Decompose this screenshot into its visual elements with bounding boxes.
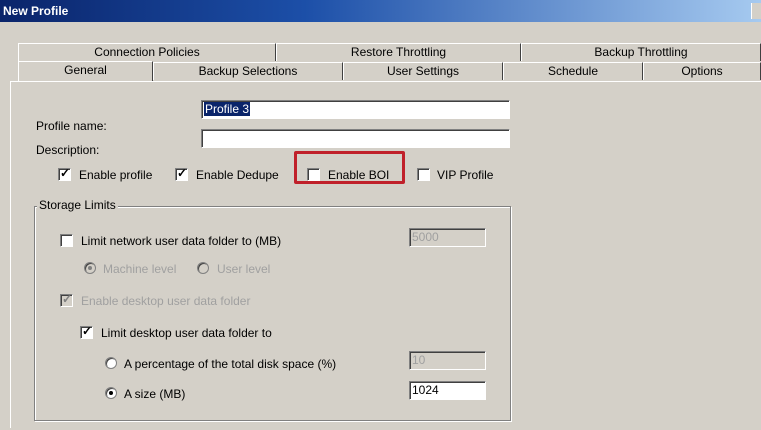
user-level-label: User level <box>217 262 271 276</box>
profile-name-input[interactable]: Profile 3 <box>201 100 510 119</box>
tab-restore-throttling[interactable]: Restore Throttling <box>276 43 521 61</box>
enable-dedupe-checkbox[interactable]: ✓ <box>175 166 188 181</box>
checkmark-icon: ✓ <box>177 166 188 180</box>
percentage-radio[interactable] <box>105 357 117 369</box>
vip-profile-checkbox[interactable] <box>417 168 430 181</box>
storage-limits-title: Storage Limits <box>37 198 118 212</box>
checkmark-icon: ✓ <box>62 292 73 306</box>
enable-desktop-label: Enable desktop user data folder <box>81 294 251 308</box>
radio-dot-icon <box>88 266 92 270</box>
tab-connection-policies[interactable]: Connection Policies <box>18 43 276 61</box>
size-input[interactable]: 1024 <box>409 381 486 400</box>
percentage-input[interactable]: 10 <box>409 351 486 370</box>
machine-level-label: Machine level <box>103 262 177 276</box>
general-tab-page: Profile name: Profile 3 Description: ✓ E… <box>10 81 761 428</box>
title-bar-button[interactable] <box>751 3 761 19</box>
tab-backup-throttling[interactable]: Backup Throttling <box>521 43 761 61</box>
tab-general[interactable]: General <box>18 61 153 81</box>
size-value: 1024 <box>412 383 439 397</box>
new-profile-window: New Profile Connection Policies Restore … <box>0 0 761 430</box>
window-title: New Profile <box>3 4 69 18</box>
enable-boi-label: Enable BOI <box>328 168 390 182</box>
enable-desktop-checkbox[interactable]: ✓ <box>60 292 73 307</box>
title-bar[interactable]: New Profile <box>0 0 761 22</box>
tab-row-back: Connection Policies Restore Throttling B… <box>18 43 761 61</box>
limit-network-label: Limit network user data folder to (MB) <box>81 234 282 248</box>
limit-desktop-checkbox[interactable]: ✓ <box>80 324 93 339</box>
profile-name-label: Profile name: <box>36 119 107 133</box>
dialog-body: Connection Policies Restore Throttling B… <box>0 22 761 430</box>
limit-network-value: 5000 <box>412 230 439 244</box>
limit-network-checkbox[interactable] <box>60 234 73 247</box>
limit-network-input[interactable]: 5000 <box>409 228 486 247</box>
tab-schedule[interactable]: Schedule <box>503 62 643 80</box>
percentage-label: A percentage of the total disk space (%) <box>124 357 337 371</box>
checkmark-icon: ✓ <box>60 166 71 180</box>
enable-profile-label: Enable profile <box>79 168 153 182</box>
enable-profile-checkbox[interactable]: ✓ <box>58 166 71 181</box>
checkmark-icon: ✓ <box>82 324 93 338</box>
description-label: Description: <box>36 143 100 157</box>
enable-boi-checkbox[interactable] <box>307 168 320 181</box>
description-input[interactable] <box>201 129 510 148</box>
vip-profile-label: VIP Profile <box>437 168 494 182</box>
tab-backup-selections[interactable]: Backup Selections <box>153 62 343 80</box>
tab-options[interactable]: Options <box>643 62 761 80</box>
limit-desktop-label: Limit desktop user data folder to <box>101 326 272 340</box>
user-level-radio[interactable] <box>197 262 209 274</box>
tab-user-settings[interactable]: User Settings <box>343 62 503 80</box>
machine-level-radio[interactable] <box>84 262 96 274</box>
profile-name-value: Profile 3 <box>204 102 251 116</box>
radio-dot-icon <box>109 391 113 395</box>
size-radio[interactable] <box>105 387 117 399</box>
enable-dedupe-label: Enable Dedupe <box>196 168 279 182</box>
percentage-value: 10 <box>412 353 426 367</box>
size-label: A size (MB) <box>124 387 186 401</box>
tab-row-front: General Backup Selections User Settings … <box>18 61 761 81</box>
